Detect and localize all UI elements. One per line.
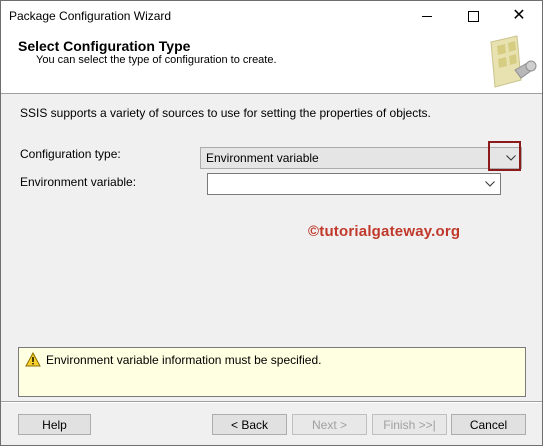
info-panel: Environment variable information must be… (18, 347, 526, 397)
maximize-icon (467, 10, 479, 22)
config-type-dropdown[interactable]: Environment variable (200, 147, 522, 169)
cancel-button[interactable]: Cancel (451, 414, 526, 435)
next-button[interactable]: Next > (292, 414, 367, 435)
env-variable-label: Environment variable: (20, 175, 137, 189)
title-bar: Package Configuration Wizard ✕ (1, 1, 542, 31)
chevron-down-icon[interactable] (482, 176, 498, 192)
dropdown-highlight-box (488, 141, 521, 171)
minimize-icon (422, 15, 432, 17)
intro-text: SSIS supports a variety of sources to us… (20, 106, 431, 120)
config-type-label: Configuration type: (20, 147, 121, 161)
minimize-button[interactable] (404, 1, 450, 31)
wizard-graphic-icon (477, 32, 542, 92)
maximize-button[interactable] (450, 1, 496, 31)
close-button[interactable]: ✕ (496, 1, 542, 31)
env-variable-dropdown[interactable] (207, 173, 501, 195)
back-button[interactable]: < Back (212, 414, 287, 435)
finish-button[interactable]: Finish >>| (372, 414, 447, 435)
wizard-window: Package Configuration Wizard ✕ Select Co… (0, 0, 543, 446)
help-button[interactable]: Help (18, 414, 91, 435)
page-title: Select Configuration Type (18, 38, 191, 54)
window-title: Package Configuration Wizard (9, 9, 172, 23)
warning-icon (25, 352, 41, 367)
info-message: Environment variable information must be… (46, 353, 322, 367)
watermark: ©tutorialgateway.org (308, 223, 461, 240)
page-subtitle: You can select the type of configuration… (36, 54, 277, 66)
config-type-value: Environment variable (206, 151, 319, 165)
wizard-header: Select Configuration Type You can select… (1, 31, 542, 94)
button-divider (1, 401, 542, 403)
close-icon: ✕ (512, 7, 526, 24)
